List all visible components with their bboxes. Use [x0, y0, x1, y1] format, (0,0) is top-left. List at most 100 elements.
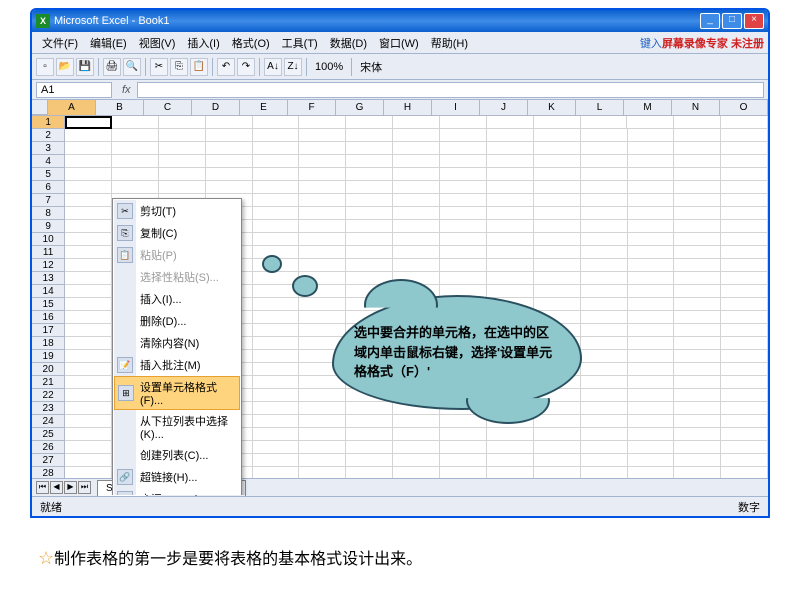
- cell[interactable]: [674, 337, 721, 350]
- cell[interactable]: [299, 259, 346, 272]
- cell[interactable]: [581, 168, 628, 181]
- cell[interactable]: [253, 311, 300, 324]
- cell[interactable]: [206, 181, 253, 194]
- cell[interactable]: [674, 116, 721, 129]
- cell[interactable]: [581, 363, 628, 376]
- cell[interactable]: [628, 155, 675, 168]
- row-header[interactable]: 22: [32, 389, 65, 402]
- cell[interactable]: [159, 142, 206, 155]
- cell[interactable]: [393, 168, 440, 181]
- cell[interactable]: [440, 207, 487, 220]
- cell[interactable]: [674, 246, 721, 259]
- row-header[interactable]: 14: [32, 285, 65, 298]
- cell[interactable]: [534, 415, 581, 428]
- cell[interactable]: [581, 389, 628, 402]
- row-header[interactable]: 17: [32, 324, 65, 337]
- cell[interactable]: [487, 246, 534, 259]
- cell[interactable]: [581, 142, 628, 155]
- row-header[interactable]: 19: [32, 350, 65, 363]
- cell[interactable]: [721, 298, 768, 311]
- cell[interactable]: [487, 428, 534, 441]
- row-header[interactable]: 18: [32, 337, 65, 350]
- menu-file[interactable]: 文件(F): [36, 33, 84, 53]
- cell[interactable]: [721, 246, 768, 259]
- cell[interactable]: [440, 259, 487, 272]
- cell[interactable]: [440, 454, 487, 467]
- cell[interactable]: [721, 324, 768, 337]
- cell[interactable]: [253, 155, 300, 168]
- cell[interactable]: [253, 324, 300, 337]
- cell[interactable]: [581, 441, 628, 454]
- menu-help[interactable]: 帮助(H): [425, 33, 474, 53]
- cell[interactable]: [253, 402, 300, 415]
- cell[interactable]: [674, 181, 721, 194]
- cell[interactable]: [253, 298, 300, 311]
- cell[interactable]: [581, 402, 628, 415]
- col-header-C[interactable]: C: [144, 100, 192, 115]
- close-button[interactable]: ×: [744, 13, 764, 29]
- row-header[interactable]: 21: [32, 376, 65, 389]
- row-header[interactable]: 27: [32, 454, 65, 467]
- cell[interactable]: [112, 129, 159, 142]
- cell[interactable]: [65, 155, 112, 168]
- cell[interactable]: [346, 246, 393, 259]
- fx-icon[interactable]: fx: [122, 84, 131, 96]
- cell[interactable]: [393, 220, 440, 233]
- sort-asc-icon[interactable]: A↓: [264, 58, 282, 76]
- col-header-A[interactable]: A: [48, 100, 96, 115]
- cell[interactable]: [65, 324, 112, 337]
- cell[interactable]: [721, 233, 768, 246]
- cell[interactable]: [393, 259, 440, 272]
- menu-edit[interactable]: 编辑(E): [84, 33, 133, 53]
- cell[interactable]: [112, 116, 159, 129]
- cell[interactable]: [299, 220, 346, 233]
- redo-icon[interactable]: ↷: [237, 58, 255, 76]
- cell[interactable]: [299, 389, 346, 402]
- cell[interactable]: [721, 363, 768, 376]
- menu-view[interactable]: 视图(V): [133, 33, 182, 53]
- cell[interactable]: [674, 194, 721, 207]
- cell[interactable]: [581, 116, 628, 129]
- cell[interactable]: [487, 116, 534, 129]
- cell[interactable]: [440, 142, 487, 155]
- cell[interactable]: [721, 272, 768, 285]
- context-menu-item[interactable]: ✂剪切(T): [114, 200, 240, 222]
- cell[interactable]: [253, 168, 300, 181]
- cell[interactable]: [581, 181, 628, 194]
- row-header[interactable]: 7: [32, 194, 65, 207]
- row-header[interactable]: 3: [32, 142, 65, 155]
- cell[interactable]: [721, 402, 768, 415]
- cell[interactable]: [346, 402, 393, 415]
- cell[interactable]: [299, 415, 346, 428]
- cell[interactable]: [112, 168, 159, 181]
- cell[interactable]: [628, 337, 675, 350]
- cell[interactable]: [674, 129, 721, 142]
- sort-desc-icon[interactable]: Z↓: [284, 58, 302, 76]
- cell[interactable]: [346, 207, 393, 220]
- cell[interactable]: [393, 207, 440, 220]
- tab-prev-icon[interactable]: ◀: [50, 481, 63, 494]
- cell[interactable]: [534, 116, 581, 129]
- cell[interactable]: [628, 454, 675, 467]
- col-header-L[interactable]: L: [576, 100, 624, 115]
- cell[interactable]: [721, 389, 768, 402]
- cell[interactable]: [299, 116, 346, 129]
- cell[interactable]: [65, 194, 112, 207]
- cell[interactable]: [346, 441, 393, 454]
- cell[interactable]: [721, 337, 768, 350]
- cell[interactable]: [534, 207, 581, 220]
- cell[interactable]: [253, 207, 300, 220]
- row-header[interactable]: 16: [32, 311, 65, 324]
- cell[interactable]: [487, 207, 534, 220]
- row-header[interactable]: 12: [32, 259, 65, 272]
- cell[interactable]: [674, 259, 721, 272]
- cell[interactable]: [581, 350, 628, 363]
- cell[interactable]: [393, 194, 440, 207]
- context-menu-item[interactable]: 创建列表(C)...: [114, 444, 240, 466]
- cell[interactable]: [487, 441, 534, 454]
- cell[interactable]: [346, 415, 393, 428]
- cell[interactable]: [534, 428, 581, 441]
- cell[interactable]: [393, 441, 440, 454]
- context-menu-item[interactable]: 删除(D)...: [114, 310, 240, 332]
- cell[interactable]: [299, 168, 346, 181]
